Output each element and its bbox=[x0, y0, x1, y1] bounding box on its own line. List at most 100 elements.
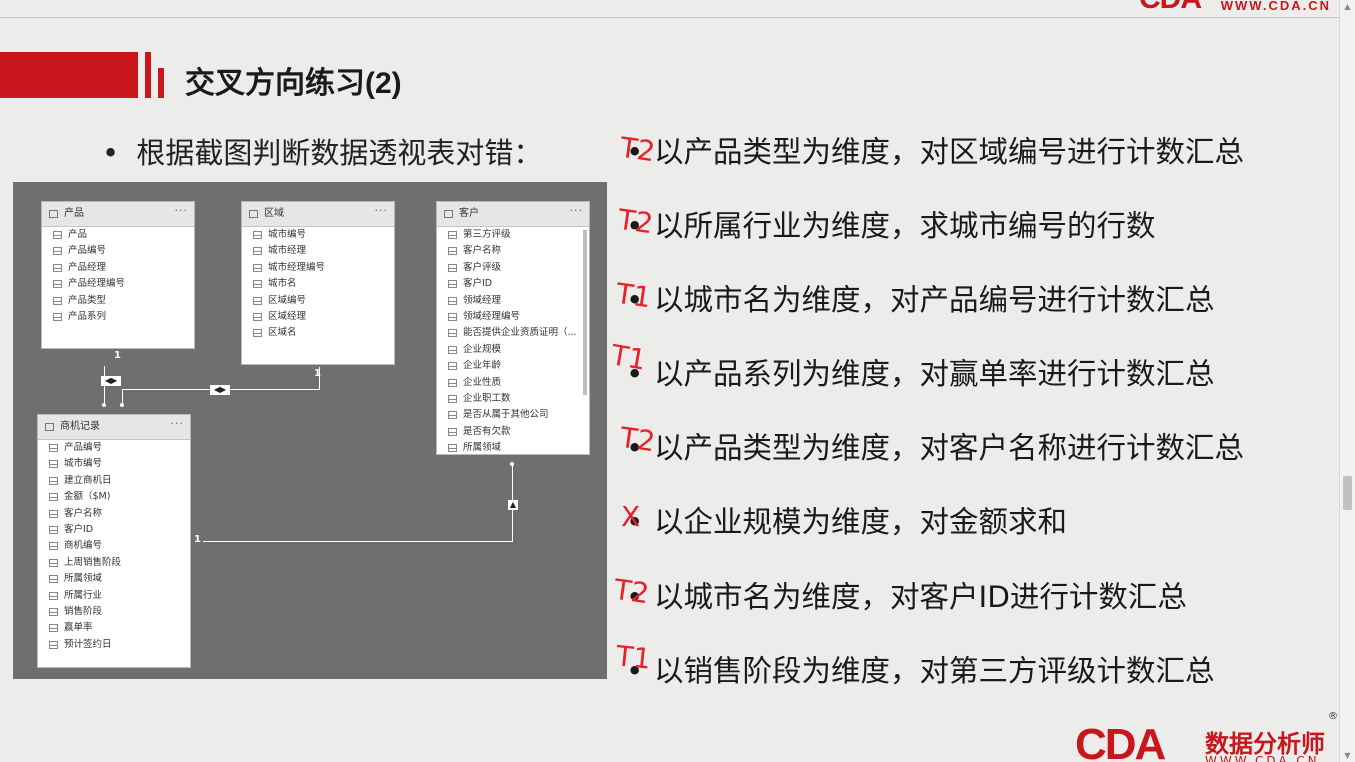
table-name: 商机记录 bbox=[60, 421, 100, 432]
field-item[interactable]: 所属行业 bbox=[38, 588, 190, 604]
field-item[interactable]: 客户名称 bbox=[38, 506, 190, 522]
cardinality-label: 1 bbox=[194, 534, 201, 545]
table-customer[interactable]: 客户 ··· 第三方评级 客户名称 客户评级 客户ID 领域经理 领域经理编号 … bbox=[436, 201, 590, 455]
field-icon bbox=[53, 231, 62, 239]
table-icon bbox=[45, 423, 54, 431]
field-item[interactable]: 城市经理编号 bbox=[242, 260, 394, 276]
statement-item: • 以产品类型为维度，对区域编号进行计数汇总 bbox=[626, 135, 1245, 169]
field-item[interactable]: 产品系列 bbox=[42, 309, 194, 325]
field-item[interactable]: 企业性质 bbox=[437, 375, 589, 391]
table-header[interactable]: 区域 ··· bbox=[242, 202, 394, 227]
vertical-scrollbar[interactable]: ▲ ▼ bbox=[1339, 0, 1355, 762]
more-options-icon[interactable]: ··· bbox=[570, 199, 584, 223]
single-filter-up-icon[interactable]: ▲ bbox=[508, 500, 518, 510]
field-icon bbox=[53, 296, 62, 305]
field-icon bbox=[448, 345, 457, 354]
relationship-line[interactable] bbox=[203, 541, 513, 542]
field-item[interactable]: 企业职工数 bbox=[437, 391, 589, 407]
table-name: 区域 bbox=[264, 208, 284, 219]
field-item[interactable]: 城市编号 bbox=[38, 456, 190, 472]
field-item[interactable]: 上周销售阶段 bbox=[38, 555, 190, 571]
field-item[interactable]: 城市编号 bbox=[242, 227, 394, 243]
table-header[interactable]: 客户 ··· bbox=[437, 202, 589, 227]
field-icon bbox=[49, 444, 58, 452]
field-icon bbox=[448, 378, 457, 387]
field-item[interactable]: 城市名 bbox=[242, 276, 394, 292]
more-options-icon[interactable]: ··· bbox=[375, 199, 389, 223]
cross-filter-both-icon[interactable]: ◀▶ bbox=[210, 385, 230, 395]
field-item[interactable]: 客户ID bbox=[437, 276, 589, 292]
model-diagram: 产品 ··· 产品 产品编号 产品经理 产品经理编号 产品类型 产品系列 区域 … bbox=[13, 182, 607, 679]
field-item[interactable]: 商机编号 bbox=[38, 538, 190, 554]
table-header[interactable]: 商机记录 ··· bbox=[38, 415, 190, 440]
handwritten-mark: T1 bbox=[608, 338, 649, 377]
field-icon bbox=[49, 558, 58, 567]
field-item[interactable]: 是否从属于其他公司 bbox=[437, 407, 589, 423]
field-icon bbox=[253, 231, 262, 239]
field-item[interactable]: 能否提供企业资质证明（... bbox=[437, 325, 589, 341]
relationship-line[interactable] bbox=[104, 366, 105, 406]
field-item[interactable]: 产品 bbox=[42, 227, 194, 243]
field-item[interactable]: 产品编号 bbox=[42, 243, 194, 259]
field-item[interactable]: 区域经理 bbox=[242, 309, 394, 325]
table-name: 产品 bbox=[64, 208, 84, 219]
field-icon bbox=[448, 296, 457, 305]
field-item[interactable]: 第三方评级 bbox=[437, 227, 589, 243]
field-icon bbox=[448, 263, 457, 272]
field-item[interactable]: 客户评级 bbox=[437, 260, 589, 276]
field-icon bbox=[49, 624, 58, 633]
field-item[interactable]: 客户ID bbox=[38, 522, 190, 538]
cda-logo-bottom: CDA 数据分析师 WWW.CDA.CN bbox=[1075, 718, 1340, 762]
field-item[interactable]: 产品经理 bbox=[42, 260, 194, 276]
statement-item: • 以城市名为维度，对客户ID进行计数汇总 bbox=[626, 580, 1187, 614]
scroll-thumb[interactable] bbox=[1343, 476, 1352, 510]
field-item[interactable]: 领域经理编号 bbox=[437, 309, 589, 325]
table-header[interactable]: 产品 ··· bbox=[42, 202, 194, 227]
table-product[interactable]: 产品 ··· 产品 产品编号 产品经理 产品经理编号 产品类型 产品系列 bbox=[41, 201, 195, 349]
more-options-icon[interactable]: ··· bbox=[175, 199, 189, 223]
field-item[interactable]: 所属领域 bbox=[38, 571, 190, 587]
field-item[interactable]: 所属领域 bbox=[437, 440, 589, 456]
table-opportunity[interactable]: 商机记录 ··· 产品编号 城市编号 建立商机日 金额（$M) 客户名称 客户I… bbox=[37, 414, 191, 668]
field-item[interactable]: 产品经理编号 bbox=[42, 276, 194, 292]
statement-item: • 以产品系列为维度，对赢单率进行计数汇总 bbox=[626, 357, 1215, 391]
table-icon bbox=[444, 210, 453, 218]
cross-filter-both-icon[interactable]: ◀▶ bbox=[101, 376, 121, 386]
field-icon bbox=[448, 247, 457, 256]
field-item[interactable]: 区域名 bbox=[242, 325, 394, 341]
table-name: 客户 bbox=[459, 208, 479, 219]
field-item[interactable]: 销售阶段 bbox=[38, 604, 190, 620]
field-item[interactable]: 预计签约日 bbox=[38, 637, 190, 653]
field-icon bbox=[53, 247, 62, 256]
field-icon bbox=[448, 394, 457, 403]
more-options-icon[interactable]: ··· bbox=[171, 412, 185, 436]
field-item[interactable]: 产品编号 bbox=[38, 440, 190, 456]
logo-bottom-cda: CDA bbox=[1075, 720, 1166, 762]
field-icon bbox=[49, 525, 58, 534]
field-icon bbox=[53, 263, 62, 272]
cardinality-label: 1 bbox=[114, 350, 121, 361]
many-end-dot bbox=[120, 403, 124, 407]
field-item[interactable]: 金额（$M) bbox=[38, 489, 190, 505]
field-item[interactable]: 产品类型 bbox=[42, 293, 194, 309]
statement-item: • 以所属行业为维度，求城市编号的行数 bbox=[626, 209, 1156, 243]
field-item[interactable]: 是否有欠款 bbox=[437, 424, 589, 440]
field-item[interactable]: 企业规模 bbox=[437, 342, 589, 358]
statement-item: • 以城市名为维度，对产品编号进行计数汇总 bbox=[626, 283, 1215, 317]
field-icon bbox=[49, 575, 58, 584]
field-item[interactable]: 客户名称 bbox=[437, 243, 589, 259]
scroll-up-icon[interactable]: ▲ bbox=[1343, 2, 1352, 11]
scroll-down-icon[interactable]: ▼ bbox=[1343, 751, 1352, 760]
field-item[interactable]: 城市经理 bbox=[242, 243, 394, 259]
slide-title: 交叉方向练习(2) bbox=[185, 67, 402, 100]
field-item[interactable]: 建立商机日 bbox=[38, 473, 190, 489]
field-icon bbox=[253, 263, 262, 272]
field-item[interactable]: 企业年龄 bbox=[437, 358, 589, 374]
field-item[interactable]: 赢单率 bbox=[38, 620, 190, 636]
field-item[interactable]: 领域经理 bbox=[437, 293, 589, 309]
many-end-dot bbox=[510, 462, 514, 466]
field-item[interactable]: 区域编号 bbox=[242, 293, 394, 309]
handwritten-mark: T1 bbox=[614, 639, 653, 676]
table-region[interactable]: 区域 ··· 城市编号 城市经理 城市经理编号 城市名 区域编号 区域经理 区域… bbox=[241, 201, 395, 365]
handwritten-mark: T2 bbox=[615, 202, 656, 241]
